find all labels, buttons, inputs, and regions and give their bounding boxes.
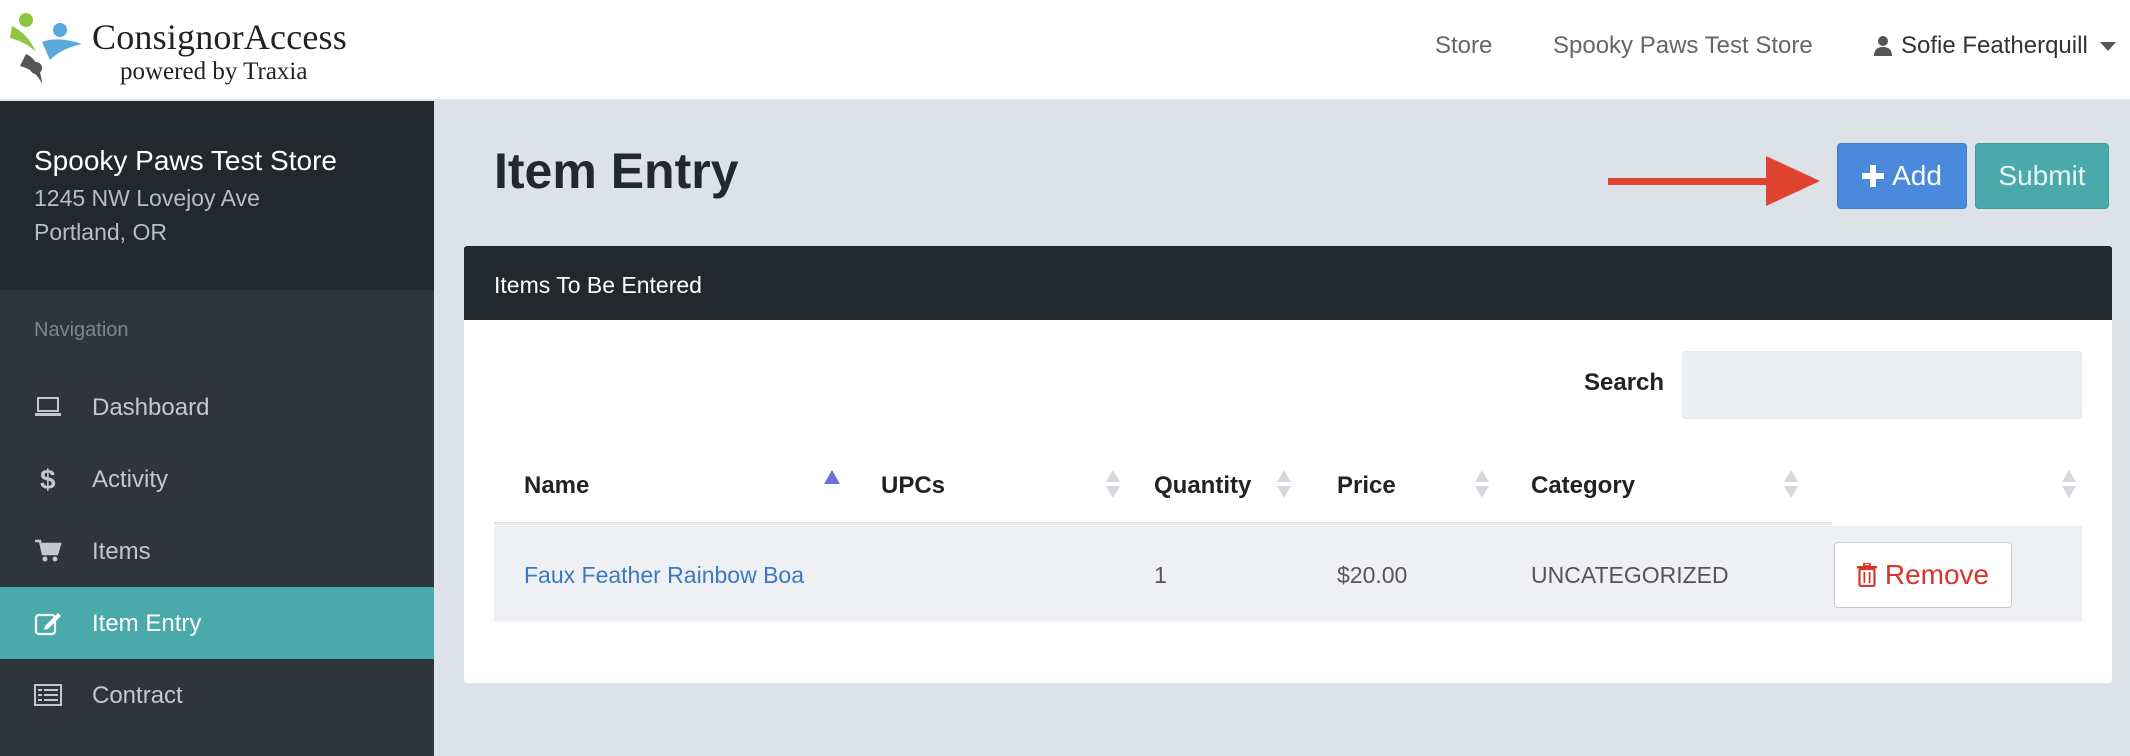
table-header-divider xyxy=(494,522,1832,525)
store-address-line2: Portland, OR xyxy=(34,219,167,245)
sort-icon[interactable] xyxy=(1106,470,1120,500)
item-category: UNCATEGORIZED xyxy=(1531,562,1729,588)
sidebar: Spooky Paws Test Store 1245 NW Lovejoy A… xyxy=(0,101,434,756)
panel-header: Items To Be Entered xyxy=(464,246,2112,320)
dollar-icon: $ xyxy=(34,464,62,494)
cart-icon xyxy=(34,539,62,563)
logo-title: ConsignorAccess xyxy=(92,17,347,57)
remove-button-label: Remove xyxy=(1884,559,1990,590)
nav-heading: Navigation xyxy=(34,319,129,341)
sidebar-item-label: Items xyxy=(92,538,151,565)
user-icon xyxy=(1874,36,1892,56)
sidebar-item-label: Contract xyxy=(92,682,183,709)
logo[interactable]: ConsignorAccess powered by Traxia xyxy=(6,8,366,90)
sort-icon[interactable] xyxy=(1475,470,1489,500)
store-name: Spooky Paws Test Store xyxy=(34,145,337,176)
sidebar-item-item-entry[interactable]: Item Entry xyxy=(0,587,434,659)
nav-store-name-link[interactable]: Spooky Paws Test Store xyxy=(1553,32,1813,60)
nav-store-link[interactable]: Store xyxy=(1435,32,1492,60)
sidebar-item-items[interactable]: Items xyxy=(0,515,434,587)
add-button-label: Add xyxy=(1892,160,1942,191)
sidebar-item-contract[interactable]: Contract xyxy=(0,659,434,731)
add-button[interactable]: Add xyxy=(1837,143,1967,209)
user-name: Sofie Featherquill xyxy=(1901,32,2088,59)
column-header-category[interactable]: Category xyxy=(1531,472,1635,500)
search-input[interactable] xyxy=(1682,351,2082,419)
column-header-quantity[interactable]: Quantity xyxy=(1154,472,1251,500)
plus-icon xyxy=(1862,165,1885,187)
sidebar-item-label: Activity xyxy=(92,466,169,493)
edit-icon xyxy=(34,611,62,636)
page-title: Item Entry xyxy=(494,143,739,199)
top-bar: ConsignorAccess powered by Traxia Store … xyxy=(0,0,2130,101)
sidebar-item-activity[interactable]: $ Activity xyxy=(0,443,434,515)
sort-ascending-icon[interactable] xyxy=(824,470,840,484)
sort-icon[interactable] xyxy=(1277,470,1291,500)
consignor-logo-icon xyxy=(10,13,82,84)
item-quantity: 1 xyxy=(1154,562,1167,588)
panel-title: Items To Be Entered xyxy=(494,272,702,298)
sort-icon[interactable] xyxy=(1784,470,1798,500)
sidebar-item-label: Item Entry xyxy=(92,610,202,637)
sort-icon[interactable] xyxy=(2062,470,2076,500)
laptop-icon xyxy=(34,395,62,419)
sidebar-item-dashboard[interactable]: Dashboard xyxy=(0,371,434,443)
svg-text:$: $ xyxy=(40,464,56,494)
item-price: $20.00 xyxy=(1337,562,1408,588)
column-header-upcs[interactable]: UPCs xyxy=(881,472,945,500)
search-label: Search xyxy=(1584,369,1665,396)
submit-button[interactable]: Submit xyxy=(1975,143,2109,209)
remove-button[interactable]: Remove xyxy=(1834,542,2012,608)
list-icon xyxy=(34,683,62,707)
submit-button-label: Submit xyxy=(1998,160,2086,191)
store-address-line1: 1245 NW Lovejoy Ave xyxy=(34,185,260,211)
annotation-arrow-icon xyxy=(1608,156,1820,206)
column-header-price[interactable]: Price xyxy=(1337,472,1396,500)
store-card: Spooky Paws Test Store 1245 NW Lovejoy A… xyxy=(0,101,434,290)
logo-subtitle: powered by Traxia xyxy=(120,58,308,85)
trash-icon xyxy=(1856,563,1877,587)
sidebar-item-label: Dashboard xyxy=(92,394,210,421)
column-header-name[interactable]: Name xyxy=(524,472,589,500)
user-menu[interactable]: Sofie Featherquill xyxy=(1873,32,2116,60)
chevron-down-icon xyxy=(2099,41,2116,51)
table-row: Faux Feather Rainbow Boa 1 $20.00 UNCATE… xyxy=(494,526,2082,622)
item-name-link[interactable]: Faux Feather Rainbow Boa xyxy=(524,562,804,589)
items-panel: Items To Be Entered Search Name UPCs Qua… xyxy=(464,246,2112,683)
